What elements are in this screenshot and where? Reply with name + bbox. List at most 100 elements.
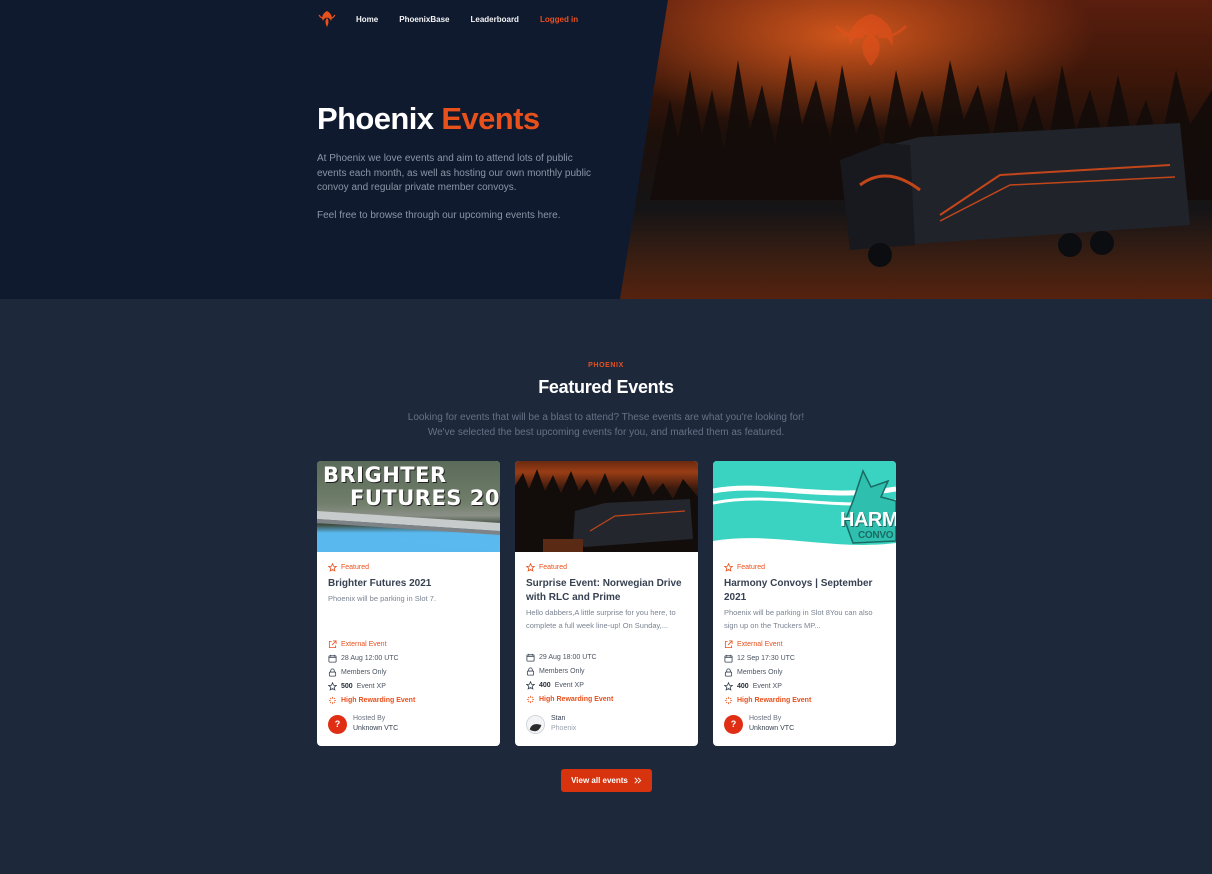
lock-icon (328, 668, 337, 677)
image-text-line2: CONVO (858, 530, 894, 541)
event-card[interactable]: Featured Surprise Event: Norwegian Drive… (515, 461, 698, 746)
external-event-row[interactable]: External Event (328, 638, 490, 652)
nav-phoenixbase[interactable]: PhoenixBase (399, 15, 449, 24)
truck-silhouette (840, 123, 1190, 267)
hero-intro: At Phoenix we love events and aim to att… (317, 153, 592, 193)
hero-truck-image (620, 0, 1212, 299)
host-org: Phoenix (551, 725, 577, 732)
event-image: BRIGHTER FUTURES 2021 (317, 461, 500, 552)
event-meta: External Event 28 Aug 12:00 UTC Members … (328, 638, 490, 707)
host-name: Unknown VTC (353, 725, 399, 732)
event-image (515, 461, 698, 552)
hero-browse-text: Feel free to browse through our upcoming… (317, 210, 561, 221)
nav-leaderboard[interactable]: Leaderboard (470, 15, 518, 24)
date-row: 12 Sep 17:30 UTC (724, 652, 886, 666)
phoenix-sky-emblem (834, 14, 908, 66)
event-description: Phoenix will be parking in Slot 7. (328, 594, 436, 603)
xp-label: Event XP (752, 682, 782, 690)
event-access: Members Only (539, 668, 585, 676)
event-host[interactable]: ? Hosted By Unknown VTC (328, 714, 398, 734)
external-link-icon (724, 640, 733, 649)
avatar (526, 714, 545, 734)
featured-badge: Featured (724, 563, 886, 572)
sparkle-icon (328, 696, 337, 704)
badge-label: Featured (737, 564, 766, 571)
hero-section: Home PhoenixBase Leaderboard Logged in P… (0, 0, 1212, 299)
event-host[interactable]: ? Hosted By Unknown VTC (724, 714, 794, 734)
date-row: 29 Aug 18:00 UTC (526, 651, 688, 665)
sparkle-icon (526, 695, 535, 703)
event-meta: 29 Aug 18:00 UTC Members Only 400 Event X… (526, 651, 688, 706)
image-text-line1: HARM (840, 509, 896, 531)
event-image-art (515, 469, 698, 552)
host-label: Hosted By (353, 715, 386, 722)
access-row: Members Only (328, 666, 490, 680)
phoenix-logo-icon[interactable] (317, 9, 337, 29)
event-title[interactable]: Brighter Futures 2021 (328, 577, 490, 591)
date-row: 28 Aug 12:00 UTC (328, 652, 490, 666)
reward-row: High Rewarding Event (328, 693, 490, 707)
event-date: 28 Aug 12:00 UTC (341, 655, 399, 663)
badge-label: Featured (539, 564, 568, 571)
external-link-icon (328, 640, 337, 649)
xp-value: 500 (341, 682, 353, 690)
event-access: Members Only (737, 668, 783, 676)
view-all-events-button[interactable]: View all events (561, 769, 652, 792)
nav-home[interactable]: Home (356, 15, 378, 24)
lock-icon (724, 668, 733, 677)
badge-label: Featured (341, 564, 370, 571)
xp-row: 400 Event XP (724, 679, 886, 693)
reward-row: High Rewarding Event (526, 692, 688, 706)
event-description: Hello dabbers,A little surprise for you … (526, 608, 676, 630)
nav-logged-in[interactable]: Logged in (540, 15, 578, 24)
star-icon (526, 680, 535, 690)
star-icon (328, 563, 337, 572)
calendar-icon (526, 654, 535, 662)
page-title: Phoenix Events (317, 101, 540, 137)
external-event-label: External Event (341, 641, 387, 649)
access-row: Members Only (526, 665, 688, 679)
reward-row: High Rewarding Event (724, 693, 886, 707)
xp-row: 500 Event XP (328, 679, 490, 693)
host-name: Stan (551, 715, 566, 722)
section-description: Looking for events that will be a blast … (407, 412, 805, 438)
user-avatar-icon (527, 715, 544, 733)
star-icon (724, 563, 733, 572)
xp-label: Event XP (356, 682, 386, 690)
event-access: Members Only (341, 668, 387, 676)
event-title[interactable]: Surprise Event: Norwegian Drive with RLC… (526, 577, 688, 605)
event-date: 29 Aug 18:00 UTC (539, 654, 597, 662)
event-meta: External Event 12 Sep 17:30 UTC Members … (724, 638, 886, 707)
featured-badge: Featured (328, 563, 490, 572)
section-eyebrow: PHOENIX (588, 362, 624, 369)
event-date: 12 Sep 17:30 UTC (737, 655, 795, 663)
host-label: Hosted By (749, 715, 782, 722)
top-nav: Home PhoenixBase Leaderboard Logged in (317, 8, 599, 30)
calendar-icon (328, 655, 337, 663)
calendar-icon (724, 655, 733, 663)
sparkle-icon (724, 696, 733, 704)
avatar: ? (724, 714, 743, 734)
event-card[interactable]: BRIGHTER FUTURES 2021 Featured Brighter … (317, 461, 500, 746)
event-card[interactable]: HARM CONVO Featured Harmony Convoys | Se… (713, 461, 896, 746)
lock-icon (526, 667, 535, 676)
featured-badge: Featured (526, 563, 688, 572)
xp-value: 400 (539, 681, 551, 689)
event-description: Phoenix will be parking in Slot 8You can… (724, 608, 873, 630)
chevrons-right-icon (634, 777, 642, 784)
image-text-line1: BRIGHTER (323, 463, 447, 487)
event-image: HARM CONVO (713, 461, 896, 552)
section-title: Featured Events (538, 377, 674, 397)
external-event-row[interactable]: External Event (724, 638, 886, 652)
xp-value: 400 (737, 682, 749, 690)
xp-row: 400 Event XP (526, 679, 688, 693)
event-host[interactable]: Stan Phoenix (526, 714, 576, 734)
star-icon (526, 563, 535, 572)
event-title[interactable]: Harmony Convoys | September 2021 (724, 577, 886, 605)
view-all-label: View all events (571, 776, 628, 785)
title-accent: Events (441, 101, 540, 136)
external-event-label: External Event (737, 641, 783, 649)
access-row: Members Only (724, 666, 886, 680)
star-icon (328, 681, 337, 691)
star-icon (724, 681, 733, 691)
